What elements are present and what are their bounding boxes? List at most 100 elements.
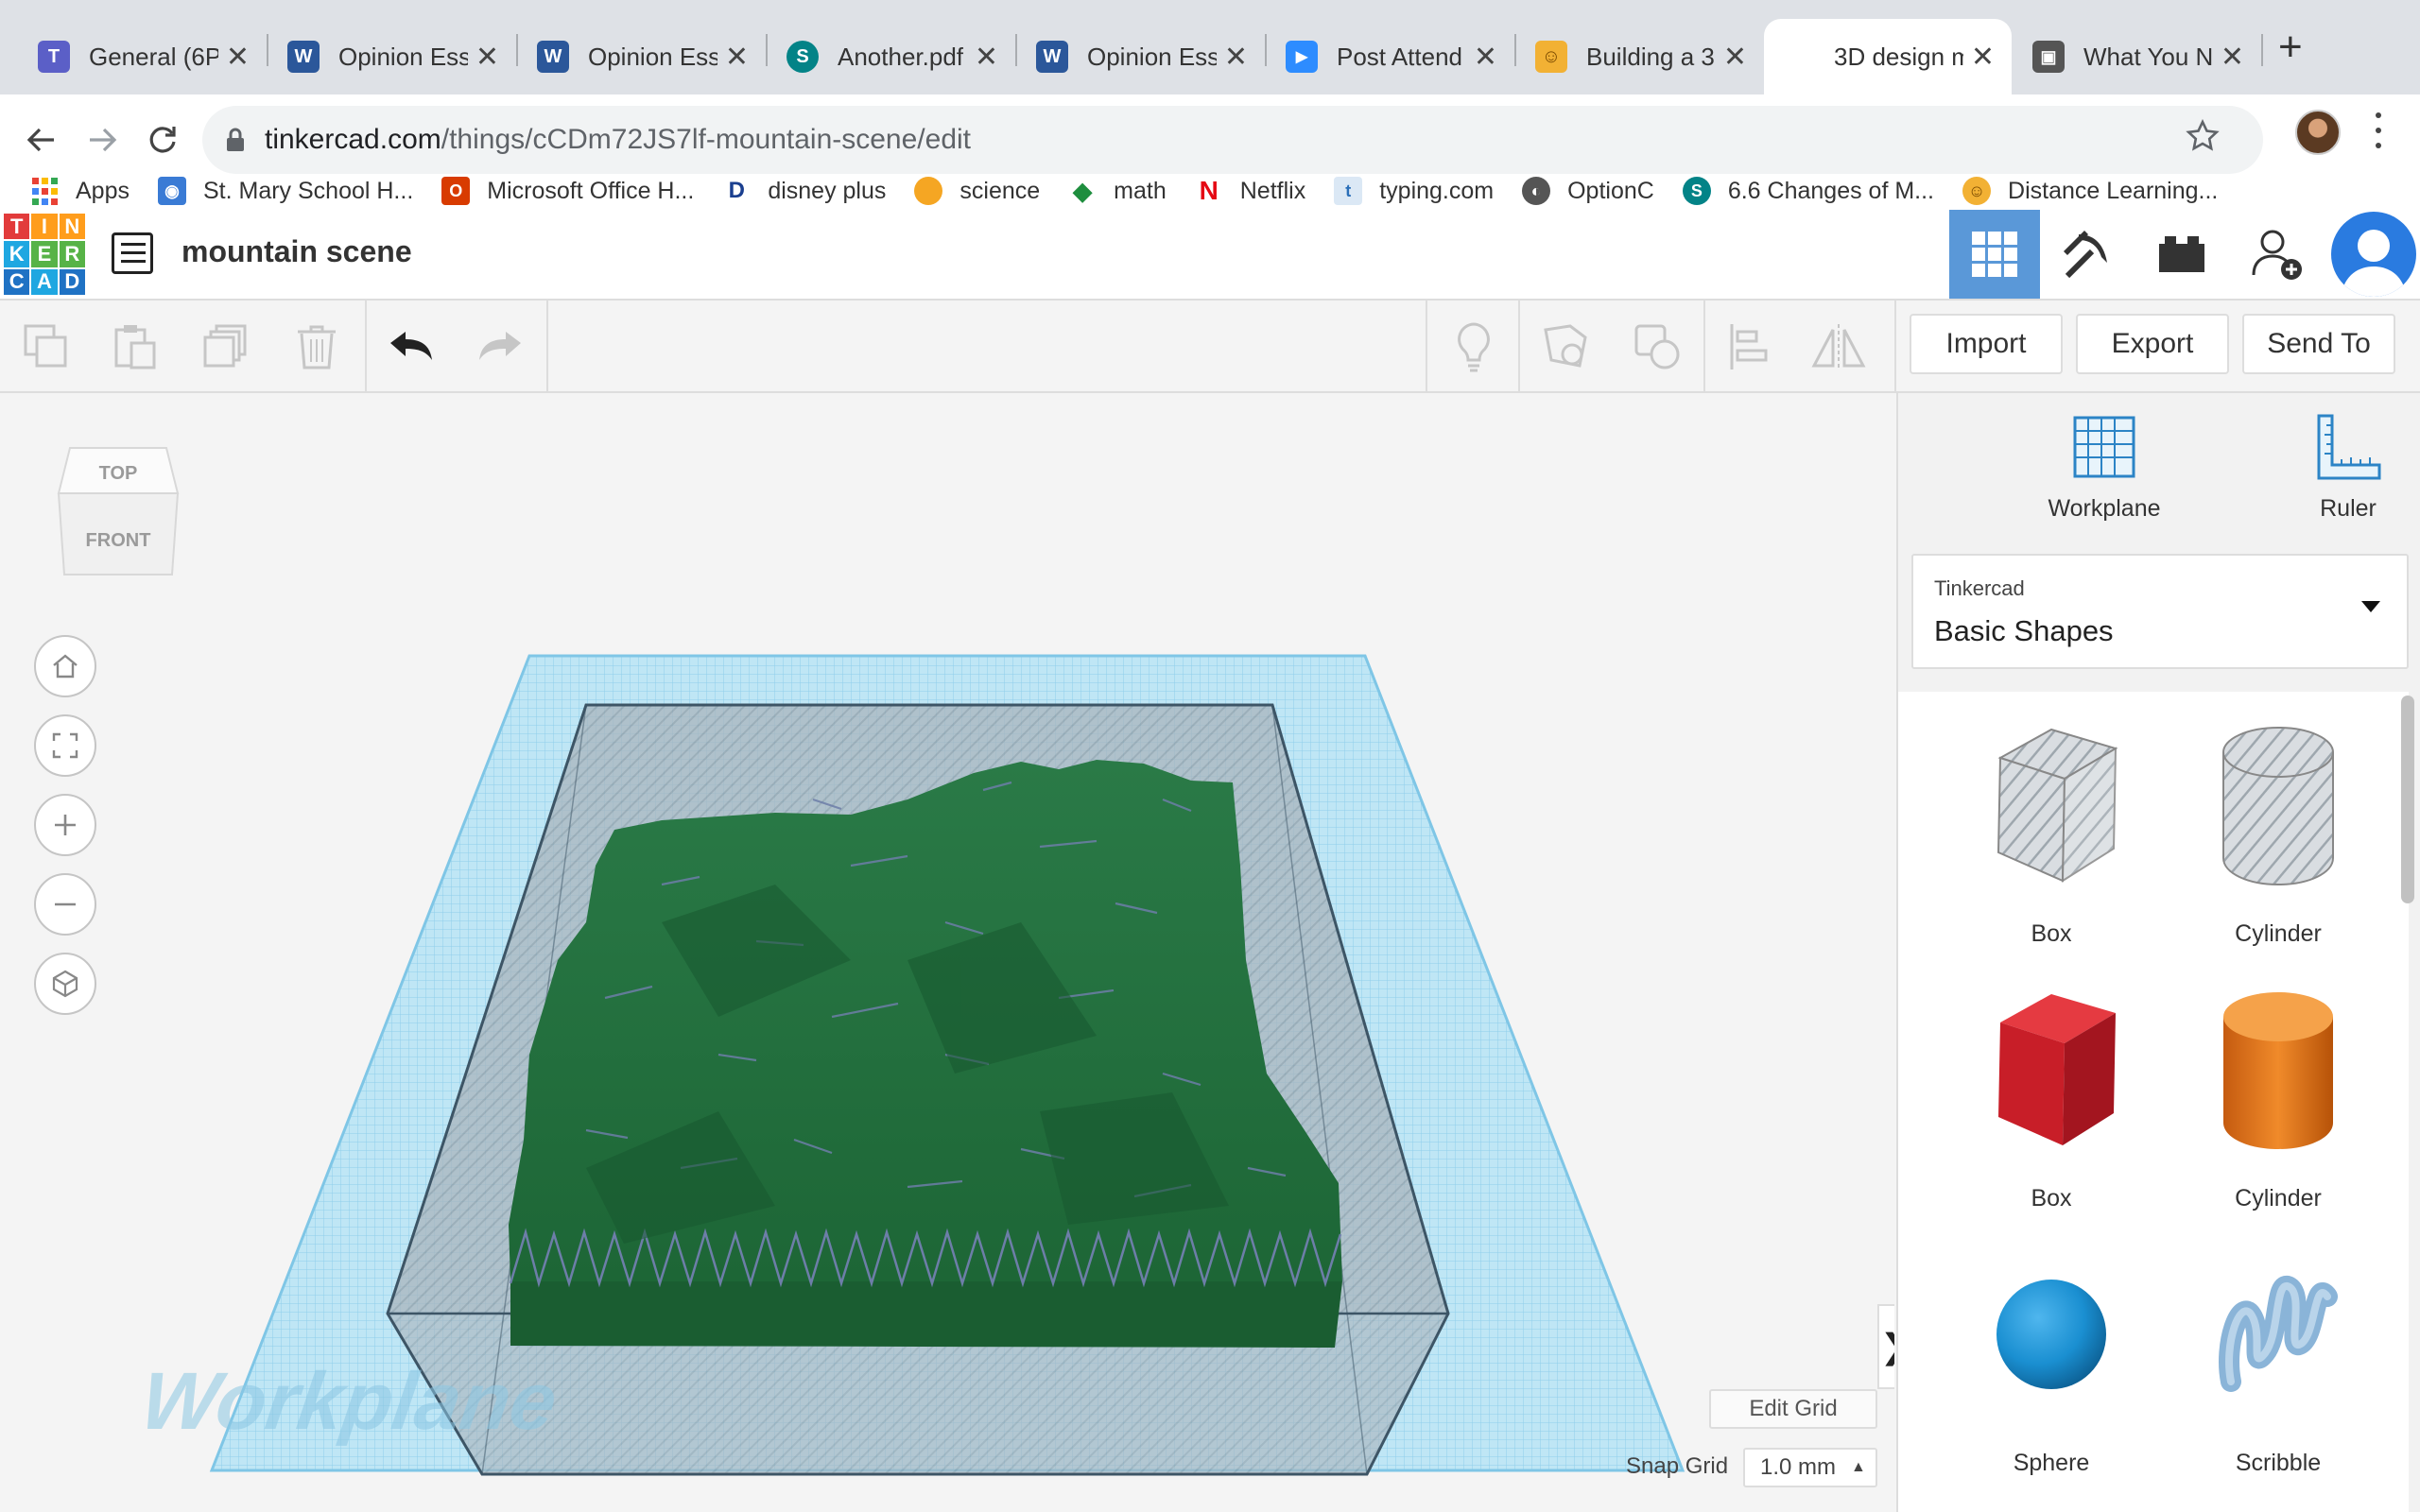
word-icon: W bbox=[537, 41, 569, 73]
ruler-tool[interactable]: Ruler bbox=[2263, 412, 2420, 554]
paste-button[interactable] bbox=[102, 314, 168, 380]
workplane-tool[interactable]: Workplane bbox=[2019, 412, 2189, 554]
design-list-icon[interactable] bbox=[112, 232, 153, 274]
delete-button[interactable] bbox=[284, 314, 350, 380]
design-title[interactable]: mountain scene bbox=[182, 234, 412, 269]
close-icon[interactable]: ✕ bbox=[1723, 41, 1747, 74]
show-all-button[interactable] bbox=[1533, 314, 1599, 380]
bookmark-office[interactable]: O Microsoft Office H... bbox=[441, 177, 694, 205]
close-icon[interactable]: ✕ bbox=[725, 41, 749, 74]
tinkercad-logo[interactable]: T I N K E R C A D bbox=[4, 214, 85, 295]
browser-tab[interactable]: ▶ Post Attend ✕ bbox=[1267, 19, 1514, 94]
3d-design-view-button[interactable] bbox=[1949, 210, 2040, 299]
send-to-button[interactable]: Send To bbox=[2242, 314, 2395, 374]
align-button[interactable] bbox=[1717, 314, 1783, 380]
close-icon[interactable]: ✕ bbox=[226, 41, 250, 74]
bookmark-optionc[interactable]: ◐ OptionC bbox=[1522, 177, 1654, 205]
browser-tab[interactable]: W Opinion Ess ✕ bbox=[1017, 19, 1265, 94]
zoom-in-button[interactable] bbox=[34, 794, 96, 856]
browser-tab-active[interactable]: 3D design m ✕ bbox=[1764, 19, 2012, 94]
fit-view-button[interactable] bbox=[34, 714, 96, 777]
tab-title: What You N bbox=[2083, 42, 2213, 71]
close-icon[interactable]: ✕ bbox=[975, 41, 998, 74]
tab-title: Building a 3 bbox=[1586, 42, 1715, 71]
copy-button[interactable] bbox=[13, 314, 79, 380]
snap-grid-label: Snap Grid bbox=[1626, 1453, 1729, 1479]
align-icon bbox=[1730, 324, 1768, 369]
tab-title: 3D design m bbox=[1834, 42, 1963, 71]
close-icon[interactable]: ✕ bbox=[2221, 41, 2244, 74]
collapse-panel-button[interactable]: ❯ bbox=[1877, 1304, 1894, 1389]
browser-tab[interactable]: W Opinion Ess ✕ bbox=[268, 19, 516, 94]
bookmark-netflix[interactable]: N Netflix bbox=[1195, 176, 1306, 205]
close-icon[interactable]: ✕ bbox=[1474, 41, 1497, 74]
globe-icon: ◐ bbox=[1522, 177, 1551, 205]
workplane-scene[interactable]: Workplane bbox=[0, 393, 1894, 1512]
mirror-button[interactable] bbox=[1806, 314, 1872, 380]
view-cube[interactable]: TOP FRONT bbox=[55, 440, 182, 593]
tab-title: Opinion Ess bbox=[588, 42, 717, 71]
browser-tab[interactable]: ☺ Building a 3 ✕ bbox=[1516, 19, 1764, 94]
bookmark-changes-of-matter[interactable]: S 6.6 Changes of M... bbox=[1682, 177, 1934, 205]
group-button[interactable] bbox=[1624, 314, 1690, 380]
close-icon[interactable]: ✕ bbox=[1971, 41, 1995, 74]
bookmark-st-mary[interactable]: ◉ St. Mary School H... bbox=[157, 177, 413, 205]
shape-sphere[interactable]: Sphere bbox=[1957, 1249, 2146, 1486]
bookmark-science[interactable]: science bbox=[914, 177, 1040, 205]
zoom-out-button[interactable] bbox=[34, 873, 96, 936]
browser-tab[interactable]: T General (6P ✕ bbox=[19, 19, 267, 94]
mountain-terrain-shape[interactable] bbox=[509, 760, 1342, 1348]
kebab-menu-icon[interactable] bbox=[2369, 108, 2388, 153]
edit-toolbar: Import Export Send To bbox=[0, 301, 2420, 393]
workplane-watermark: Workplane bbox=[135, 1356, 562, 1447]
caret-up-icon: ▲ bbox=[1851, 1459, 1866, 1475]
shape-cylinder-hole[interactable]: Cylinder bbox=[2184, 720, 2373, 956]
lightbulb-icon bbox=[1458, 322, 1490, 372]
scribble-icon bbox=[2219, 1275, 2338, 1392]
snap-grid-select[interactable]: 1.0 mm ▲ bbox=[1743, 1448, 1877, 1487]
notes-button[interactable] bbox=[1441, 314, 1507, 380]
bookmark-math[interactable]: ◆ math bbox=[1068, 177, 1167, 205]
shape-library-select[interactable]: Tinkercad Basic Shapes bbox=[1911, 554, 2409, 669]
library-value: Basic Shapes bbox=[1934, 614, 2114, 647]
redo-button[interactable] bbox=[467, 314, 533, 380]
undo-icon bbox=[390, 332, 432, 360]
tinkercad-icon bbox=[1783, 41, 1815, 73]
distance-learning-icon: ☺ bbox=[1962, 177, 1992, 205]
shape-cylinder[interactable]: Cylinder bbox=[2184, 985, 2373, 1221]
shape-list-scrollbar[interactable] bbox=[2401, 696, 2414, 903]
workplane-icon bbox=[2073, 416, 2135, 478]
edit-grid-button[interactable]: Edit Grid bbox=[1709, 1389, 1877, 1429]
tab-title: Post Attend bbox=[1337, 42, 1462, 71]
close-icon[interactable]: ✕ bbox=[1224, 41, 1248, 74]
science-icon bbox=[914, 177, 943, 205]
export-button[interactable]: Export bbox=[2076, 314, 2229, 374]
duplicate-button[interactable] bbox=[193, 314, 259, 380]
new-tab-button[interactable]: + bbox=[2278, 26, 2303, 68]
bookmark-typing[interactable]: t typing.com bbox=[1334, 177, 1494, 205]
shape-box[interactable]: Box bbox=[1957, 985, 2146, 1221]
bookmark-disney[interactable]: Ddisney plus bbox=[722, 177, 887, 205]
close-icon[interactable]: ✕ bbox=[475, 41, 499, 74]
import-button[interactable]: Import bbox=[1910, 314, 2063, 374]
shape-box-hole[interactable]: Box bbox=[1957, 720, 2146, 956]
home-icon bbox=[53, 654, 78, 679]
cube-perspective-icon bbox=[52, 970, 78, 998]
shape-scribble[interactable]: Scribble bbox=[2184, 1249, 2373, 1486]
home-view-button[interactable] bbox=[34, 635, 96, 697]
tab-title: General (6P bbox=[89, 42, 218, 71]
undo-button[interactable] bbox=[378, 314, 444, 380]
bookmark-apps[interactable]: Apps bbox=[30, 177, 130, 205]
invite-user-button[interactable] bbox=[2231, 210, 2322, 299]
3d-viewport[interactable]: Workplane TOP FRONT Edit Grid Snap Grid … bbox=[0, 393, 1894, 1512]
netflix-icon: N bbox=[1199, 176, 1219, 205]
perspective-toggle-button[interactable] bbox=[34, 953, 96, 1015]
browser-tab[interactable]: S Another.pdf ✕ bbox=[768, 19, 1015, 94]
minecraft-view-button[interactable] bbox=[2042, 210, 2133, 299]
browser-tab[interactable]: ▣ What You N ✕ bbox=[2014, 19, 2261, 94]
user-avatar[interactable] bbox=[2331, 212, 2416, 297]
profile-avatar[interactable] bbox=[2295, 110, 2341, 155]
bricks-view-button[interactable] bbox=[2136, 210, 2227, 299]
bookmark-distance-learning[interactable]: ☺ Distance Learning... bbox=[1962, 177, 2218, 205]
browser-tab[interactable]: W Opinion Ess ✕ bbox=[518, 19, 766, 94]
